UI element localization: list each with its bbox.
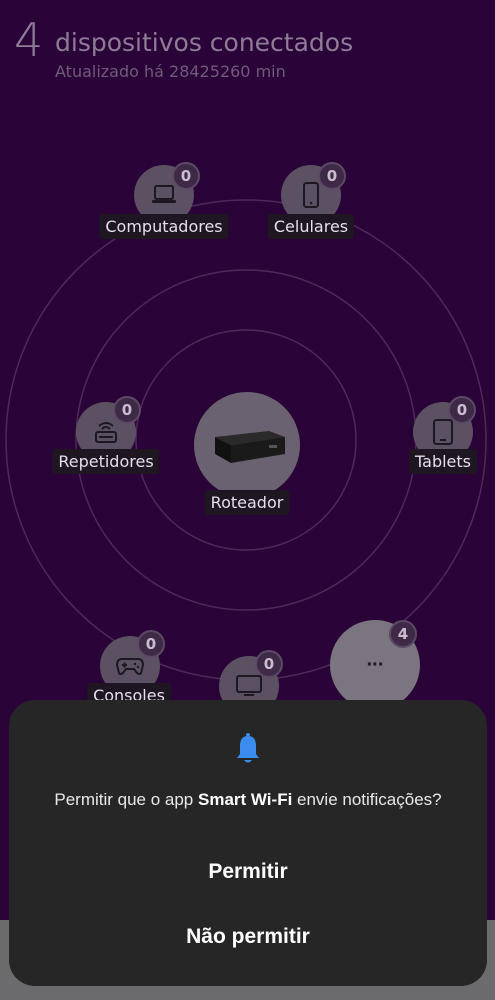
badge-count: 0 xyxy=(255,650,283,678)
badge-count: 0 xyxy=(137,630,165,658)
device-label: Repetidores xyxy=(52,449,160,474)
dialog-message: Permitir que o app Smart Wi-Fi envie not… xyxy=(9,788,487,811)
badge-count: 0 xyxy=(113,396,141,424)
badge-count: 0 xyxy=(318,162,346,190)
device-label: Computadores xyxy=(99,214,229,239)
more-glyph: ··· xyxy=(366,653,385,676)
app-name: Smart Wi-Fi xyxy=(198,790,293,809)
deny-button[interactable]: Não permitir xyxy=(9,925,487,949)
message-suffix: envie notificações? xyxy=(292,790,442,809)
message-prefix: Permitir que o app xyxy=(54,790,198,809)
badge-count: 0 xyxy=(448,396,476,424)
bell-icon xyxy=(235,733,261,770)
badge-count: 0 xyxy=(172,162,200,190)
device-label: Tablets xyxy=(409,449,477,474)
notification-permission-dialog: Permitir que o app Smart Wi-Fi envie not… xyxy=(9,700,487,986)
router-image xyxy=(194,392,300,498)
device-label: Celulares xyxy=(267,214,355,239)
badge-count: 4 xyxy=(389,620,417,648)
allow-button[interactable]: Permitir xyxy=(9,860,487,884)
device-label: Roteador xyxy=(204,490,290,515)
